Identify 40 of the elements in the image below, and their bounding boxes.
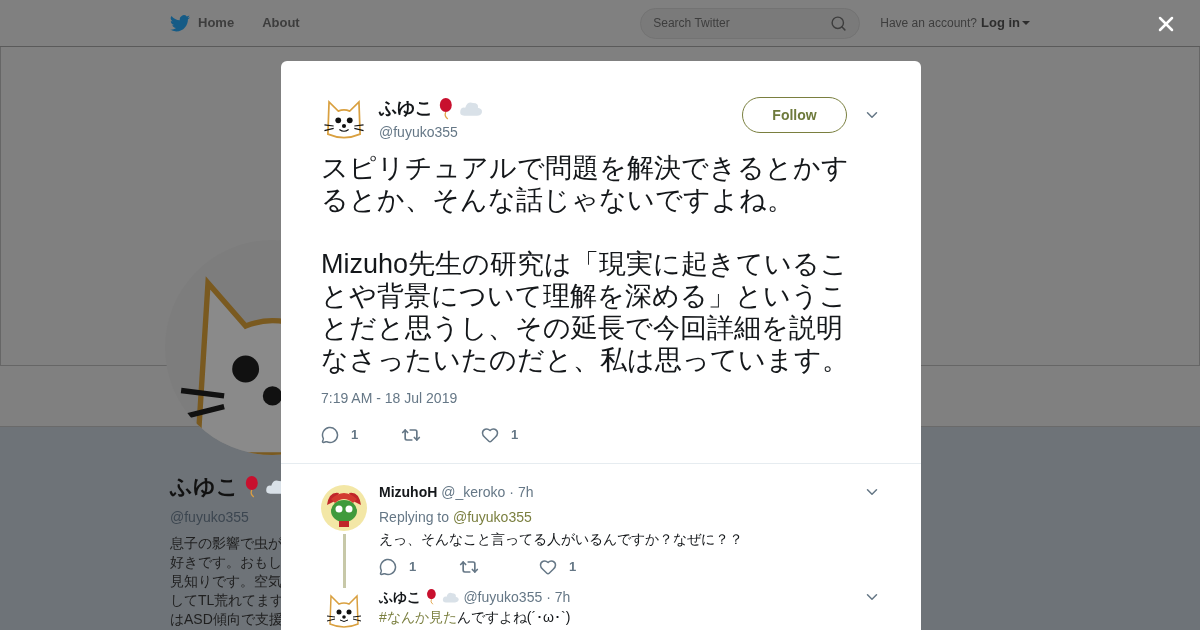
reply-count: 1: [409, 558, 417, 577]
nav-link[interactable]: Home: [170, 13, 235, 33]
login-link[interactable]: Log in: [981, 13, 1030, 33]
author-handle: @fuyuko355: [379, 123, 459, 142]
bio-line: はASD傾向で支援: [170, 610, 284, 629]
reply-count: 1: [351, 426, 359, 445]
bio-line: 好きです。おもし: [170, 553, 283, 572]
like-icon[interactable]: [481, 426, 499, 444]
reply-text: えっ、そんなこと言ってる人がいるんですか？なぜに？？: [379, 531, 743, 547]
reply-time: · 7h: [546, 589, 571, 605]
mention-link[interactable]: @fuyuko355: [452, 509, 532, 525]
reply-icon[interactable]: [321, 426, 339, 444]
reply-text: んですよね(´･ω･`): [456, 609, 571, 625]
balloon-icon: [425, 589, 438, 605]
reply-time: · 7h: [509, 484, 534, 500]
tweet-text: Mizuho先生の研究は「現実に起きていることや背景について理解を深める」ということだと思うし、その延長で今回詳細を説明なさったいたのだと、私は思っています。: [321, 248, 850, 376]
nav-link[interactable]: About: [262, 13, 300, 33]
hashtag-link[interactable]: #なんか見た: [379, 609, 457, 625]
account-prompt: Have an account?: [880, 15, 977, 32]
like-count: 1: [569, 558, 577, 577]
reply-handle: @fuyuko355: [463, 589, 543, 605]
author-name: ふゆこ: [379, 97, 433, 120]
timestamp: 7:19 AM - 18 Jul 2019: [321, 389, 459, 408]
like-count: 1: [511, 426, 519, 445]
cloud-icon: [441, 590, 460, 604]
avatar: [321, 485, 367, 531]
search-icon: [830, 14, 848, 32]
bio-line: 見知りです。空気: [170, 572, 283, 591]
search-field[interactable]: Search Twitter: [640, 7, 861, 39]
profile-name: ふゆこ: [170, 473, 239, 501]
bird-icon: [170, 14, 190, 32]
tweet-text: スピリチュアルで問題を解決できるとかするとか、そんな話じゃないですよね。: [321, 152, 850, 216]
reply-author: ふゆこ: [379, 589, 421, 605]
balloon-icon: [243, 475, 261, 498]
reply-handle: @_keroko: [441, 484, 506, 500]
replying-label: Replying to: [379, 509, 450, 525]
like-icon[interactable]: [539, 558, 557, 576]
reply-icon[interactable]: [379, 558, 397, 576]
balloon-icon: [437, 97, 455, 120]
reply-author: MizuhoH: [379, 484, 438, 500]
